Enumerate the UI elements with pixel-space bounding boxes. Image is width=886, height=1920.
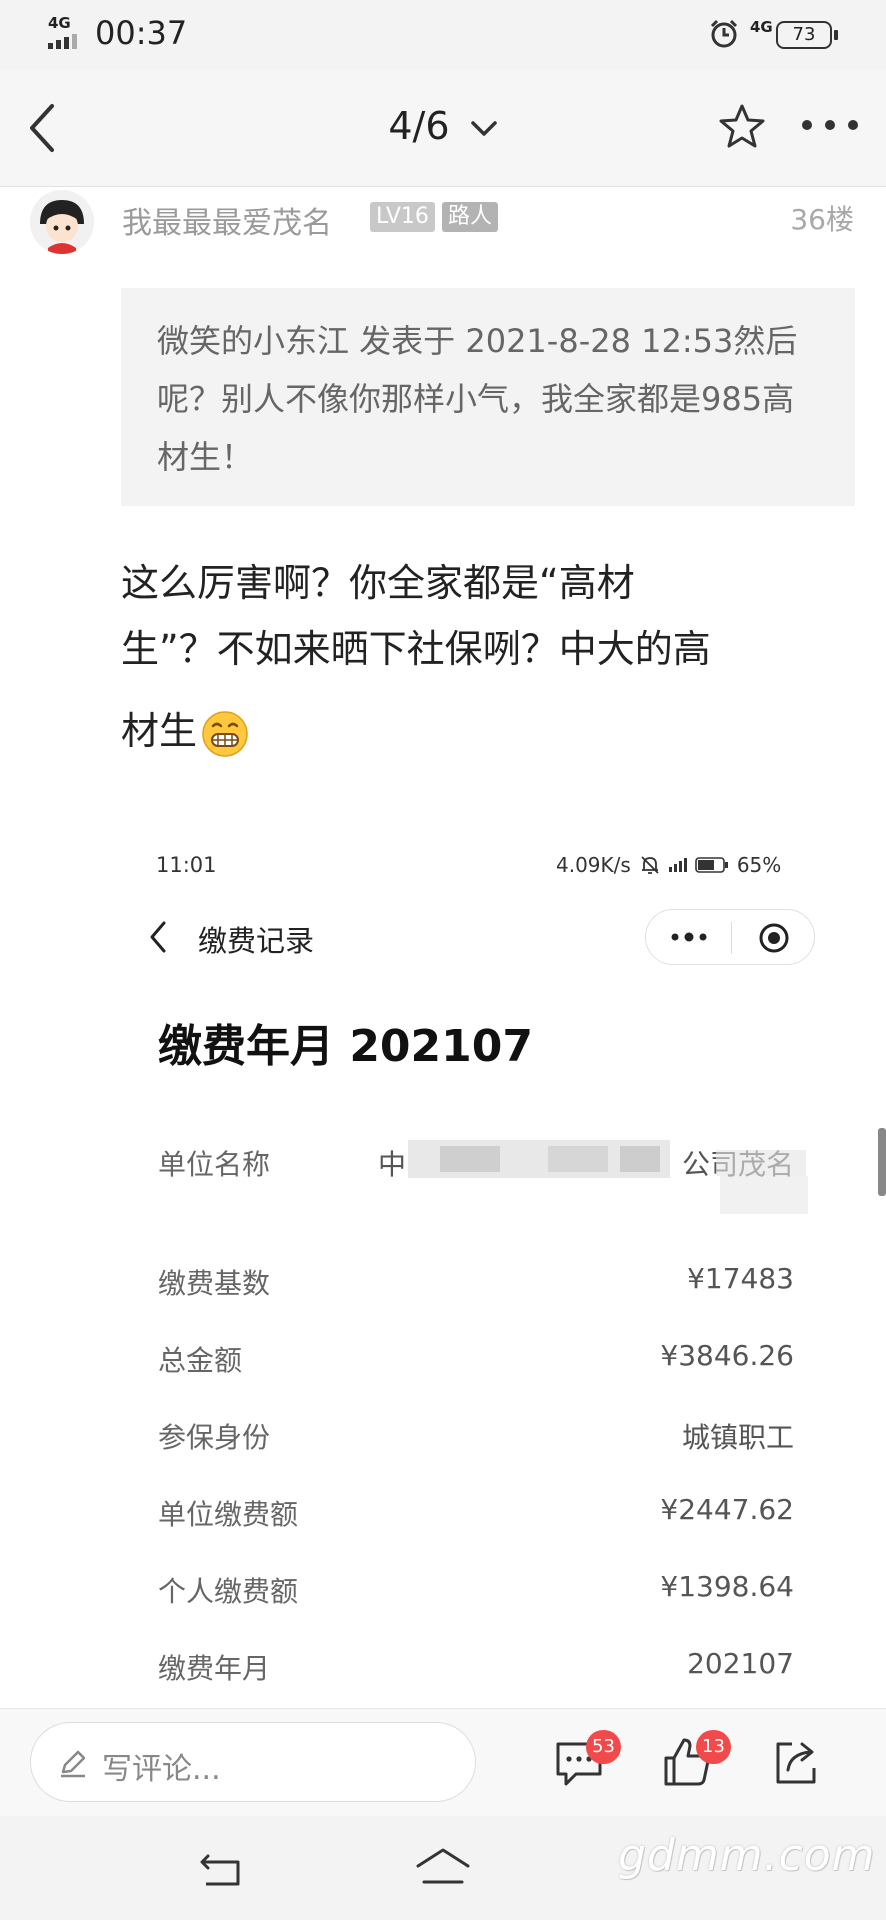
row-value-personal-amount: ¥1398.64	[660, 1570, 794, 1603]
row-value-total: ¥3846.26	[660, 1339, 794, 1372]
avatar-cartoon-icon	[30, 190, 94, 254]
share-icon[interactable]	[772, 1736, 822, 1788]
network-type-right: 4G	[750, 18, 773, 36]
level-badge: LV16	[370, 202, 435, 232]
post-body: 这么厉害啊？你全家都是“高材 生”？不如来晒下社保咧？中大的高 材生	[121, 550, 821, 764]
system-home-icon[interactable]	[414, 1846, 472, 1890]
payment-month-heading: 缴费年月 202107	[158, 1021, 534, 1072]
row-label-month: 缴费年月	[158, 1652, 271, 1685]
redaction-blur	[620, 1146, 660, 1172]
battery-tip	[834, 30, 838, 40]
row-value-identity: 城镇职工	[681, 1421, 794, 1454]
status-time: 00:37	[95, 14, 188, 52]
page-indicator-text: 4/6	[388, 104, 450, 148]
row-value-month: 202107	[687, 1647, 794, 1680]
redaction-blur	[548, 1146, 608, 1172]
watermark-text: gdmm.com	[618, 1830, 876, 1881]
screenshot-battery-icon	[695, 857, 728, 873]
row-label-company: 单位名称	[158, 1148, 271, 1181]
network-type-left: 4G	[48, 14, 71, 32]
system-back-icon[interactable]	[198, 1852, 244, 1888]
role-badge: 路人	[442, 202, 499, 232]
quoted-reply: 微笑的小东江 发表于 2021-8-28 12:53然后呢？别人不像你那样小气，…	[121, 288, 855, 506]
alarm-icon	[710, 19, 738, 48]
screenshot-net-speed: 4.09K/s	[556, 853, 631, 877]
comment-count-badge: 53	[586, 1730, 621, 1764]
grimace-emoji-icon	[202, 710, 248, 757]
avatar[interactable]	[30, 190, 94, 254]
miniprogram-capsule	[645, 909, 815, 965]
redaction-blur	[440, 1146, 500, 1172]
screenshot-back-icon	[150, 921, 166, 953]
post-body-line: 这么厉害啊？你全家都是“高材	[121, 561, 635, 605]
post-username[interactable]: 我最最最爱茂名	[122, 198, 332, 242]
row-value-base: ¥17483	[687, 1262, 794, 1295]
screenshot-status-time: 11:01	[156, 853, 217, 877]
comment-input[interactable]	[30, 1722, 476, 1802]
row-label-identity: 参保身份	[158, 1421, 271, 1454]
signal-icon	[48, 34, 77, 49]
scroll-indicator[interactable]	[878, 1128, 886, 1196]
post-body-line-last: 材生	[121, 698, 821, 764]
battery-icon: 73	[776, 21, 832, 49]
redaction-blur	[716, 1150, 806, 1176]
mute-bell-icon	[641, 856, 659, 874]
screenshot-battery-text: 65%	[736, 853, 782, 877]
row-value-employer-amount: ¥2447.62	[660, 1493, 794, 1526]
capsule-more-icon	[671, 932, 707, 942]
screenshot-status-icons: 4.09K/s 65%	[556, 853, 781, 877]
row-label-employer-amount: 单位缴费额	[158, 1498, 299, 1531]
comment-placeholder: 写评论...	[102, 1752, 221, 1787]
row-label-personal-amount: 个人缴费额	[158, 1575, 299, 1608]
chevron-down-icon	[470, 120, 497, 136]
star-favorite-icon[interactable]	[716, 102, 768, 152]
screenshot-page-title: 缴费记录	[198, 924, 315, 958]
capsule-divider	[731, 922, 732, 954]
floor-number: 36楼	[790, 203, 854, 236]
row-label-base: 缴费基数	[158, 1267, 271, 1300]
pencil-icon	[61, 1750, 86, 1778]
post-body-line: 材生	[121, 709, 198, 753]
post-body-line: 生”？不如来晒下社保咧？中大的高	[121, 627, 711, 671]
more-options-icon[interactable]	[800, 118, 860, 132]
row-value-company-prefix: 中	[378, 1148, 407, 1181]
top-nav-bar: 4/6	[0, 70, 886, 187]
screenshot-signal-icon	[668, 858, 687, 872]
redaction-blur	[720, 1176, 808, 1214]
status-bar: 4G 00:37 4G 73	[0, 0, 886, 70]
like-count-badge: 13	[696, 1730, 731, 1764]
row-label-total: 总金额	[158, 1344, 243, 1377]
capsule-close-icon	[759, 923, 789, 953]
